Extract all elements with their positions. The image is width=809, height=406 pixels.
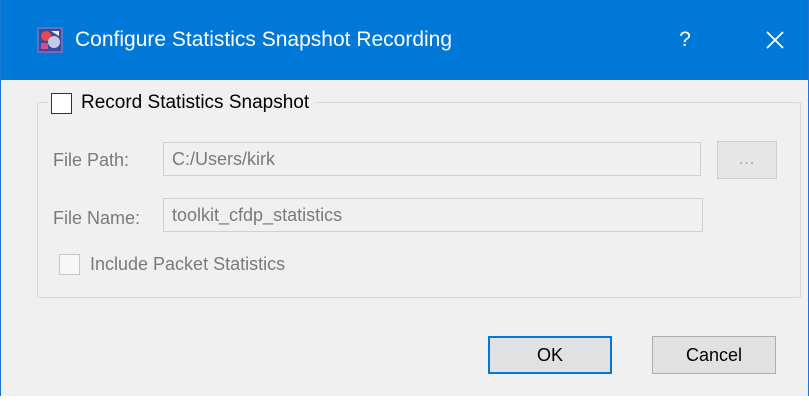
ok-button[interactable]: OK <box>488 336 612 374</box>
cancel-button[interactable]: Cancel <box>652 336 776 374</box>
record-statistics-toggle[interactable]: Record Statistics Snapshot <box>48 90 316 116</box>
title-bar[interactable]: Configure Statistics Snapshot Recording … <box>1 0 808 80</box>
include-packet-statistics-label: Include Packet Statistics <box>90 254 286 274</box>
record-statistics-label: Record Statistics Snapshot <box>81 92 310 113</box>
include-packet-statistics-checkbox[interactable] <box>59 254 80 275</box>
help-button[interactable]: ? <box>661 16 709 64</box>
window-bottom-edge <box>0 396 809 406</box>
dialog-title: Configure Statistics Snapshot Recording <box>75 28 453 51</box>
browse-button[interactable]: ... <box>717 141 777 179</box>
close-button[interactable] <box>751 16 799 64</box>
file-path-label: File Path: <box>53 150 130 170</box>
include-packet-statistics-toggle[interactable]: Include Packet Statistics <box>59 254 285 275</box>
file-path-input[interactable]: C:/Users/kirk <box>163 142 701 176</box>
dialog-content: Record Statistics Snapshot File Path: C:… <box>1 80 808 396</box>
close-icon <box>766 31 784 49</box>
record-statistics-checkbox[interactable] <box>51 92 72 114</box>
app-icon <box>37 27 63 53</box>
file-name-input[interactable]: toolkit_cfdp_statistics <box>163 198 703 232</box>
file-name-label: File Name: <box>53 208 141 228</box>
dialog-window: Configure Statistics Snapshot Recording … <box>0 0 809 406</box>
